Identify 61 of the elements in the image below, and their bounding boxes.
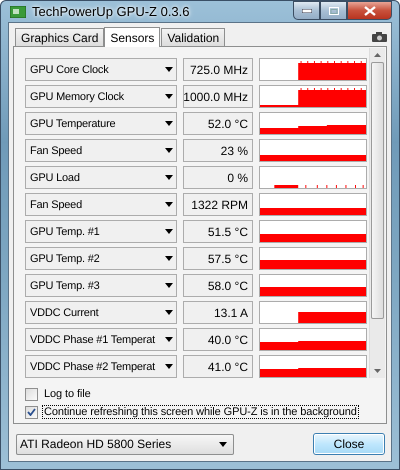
close-icon (364, 6, 376, 16)
checkbox[interactable] (25, 406, 38, 418)
sensor-value: 1000.0 MHz (183, 85, 253, 108)
scrollbar[interactable] (369, 48, 385, 378)
dropdown-arrow-icon (165, 364, 173, 369)
maximize-icon (328, 6, 338, 14)
sensor-value: 13.1 A (183, 301, 253, 324)
dropdown-arrow-icon (165, 148, 173, 153)
sensor-value: 0 % (183, 166, 253, 189)
dropdown-arrow-icon (219, 442, 227, 446)
dropdown-arrow-icon (165, 283, 173, 288)
sensor-dropdown[interactable]: GPU Memory Clock (25, 85, 177, 108)
close-window-button[interactable] (347, 1, 392, 20)
camera-icon[interactable] (372, 32, 387, 42)
dropdown-arrow-icon (165, 337, 173, 342)
dropdown-arrow-icon (165, 175, 173, 180)
sensor-dropdown[interactable]: GPU Temp. #1 (25, 220, 177, 243)
sensor-graph (298, 312, 366, 323)
checkbox[interactable] (25, 388, 38, 400)
checkbox-label[interactable]: Log to file (42, 387, 93, 401)
dropdown-arrow-icon (165, 94, 173, 99)
sensor-dropdown[interactable]: VDDC Phase #2 Temperat (25, 355, 177, 378)
sensor-dropdown[interactable]: GPU Temp. #2 (25, 247, 177, 270)
dropdown-arrow-icon (165, 256, 173, 261)
dropdown-arrow-icon (165, 121, 173, 126)
dropdown-arrow-icon (165, 202, 173, 207)
sensor-dropdown[interactable]: GPU Core Clock (25, 58, 177, 81)
maximize-button[interactable] (320, 1, 347, 20)
sensor-value: 23 % (183, 139, 253, 162)
sensor-value: 58.0 °C (183, 274, 253, 297)
sensor-dropdown[interactable]: Fan Speed (25, 193, 177, 216)
sensor-value: 52.0 °C (183, 112, 253, 135)
scrollbar-thumb[interactable] (371, 62, 384, 319)
tab[interactable]: Validation (161, 28, 226, 46)
sensor-graph (298, 60, 366, 80)
sensor-value: 51.5 °C (183, 220, 253, 243)
sensor-value: 725.0 MHz (183, 58, 253, 81)
sensor-dropdown[interactable]: GPU Temperature (25, 112, 177, 135)
app-icon (10, 6, 26, 18)
scroll-down-icon[interactable] (374, 369, 381, 373)
checkbox-label[interactable]: Continue refreshing this screen while GPU-Z is in the background (42, 405, 359, 419)
dropdown-arrow-icon (165, 67, 173, 72)
sensor-dropdown[interactable]: VDDC Phase #1 Temperat (25, 328, 177, 351)
minimize-button[interactable] (293, 1, 320, 20)
sensor-dropdown[interactable]: GPU Load (25, 166, 177, 189)
sensor-dropdown[interactable]: Fan Speed (25, 139, 177, 162)
tab[interactable]: Graphics Card (15, 28, 104, 46)
sensor-dropdown[interactable]: GPU Temp. #3 (25, 274, 177, 297)
sensor-dropdown[interactable]: VDDC Current (25, 301, 177, 324)
tab[interactable]: Sensors (104, 27, 160, 47)
dropdown-arrow-icon (165, 310, 173, 315)
sensor-value: 40.0 °C (183, 328, 253, 351)
sensor-value: 41.0 °C (183, 355, 253, 378)
minimize-icon (302, 8, 312, 12)
sensor-value: 57.5 °C (183, 247, 253, 270)
gpu-dropdown[interactable]: ATI Radeon HD 5800 Series (16, 434, 234, 454)
window-title: TechPowerUp GPU-Z 0.3.6 (32, 4, 190, 19)
sensor-value: 1322 RPM (183, 193, 253, 216)
scroll-up-icon[interactable] (374, 53, 381, 57)
dropdown-arrow-icon (165, 229, 173, 234)
close-button[interactable]: Close (313, 433, 385, 455)
